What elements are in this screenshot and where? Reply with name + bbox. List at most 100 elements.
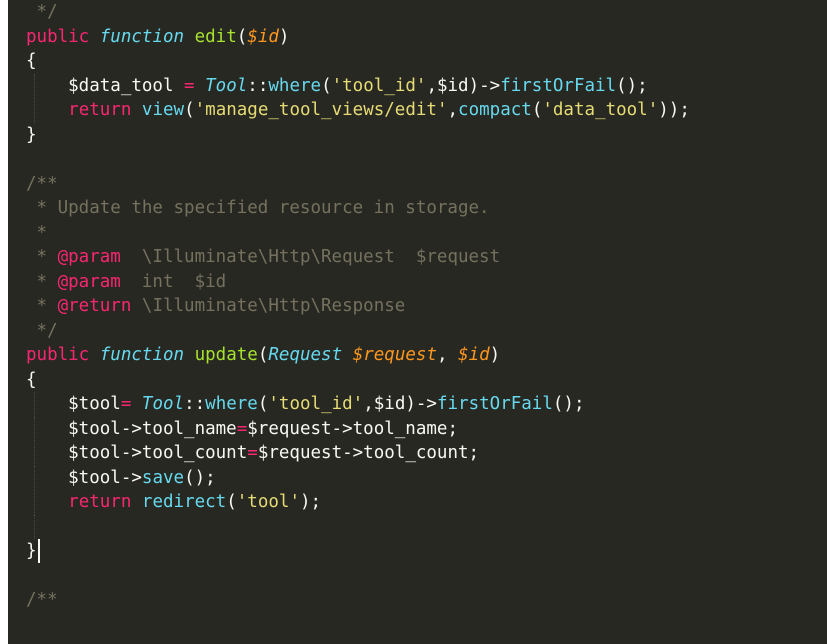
code-token: , bbox=[436, 345, 459, 365]
code-token: ); bbox=[299, 492, 322, 512]
code-line[interactable]: * @return \Illuminate\Http\Response bbox=[8, 294, 690, 319]
code-token: edit bbox=[194, 26, 237, 47]
indent-guide bbox=[34, 490, 36, 515]
indent-guide bbox=[34, 416, 36, 441]
code-line[interactable]: public function update(Request $request,… bbox=[8, 343, 690, 368]
code-token: $tool->tool_count bbox=[26, 443, 248, 463]
code-token: */ bbox=[26, 2, 58, 22]
code-token: Tool bbox=[141, 394, 185, 414]
code-token: * bbox=[26, 247, 58, 267]
code-token: @param bbox=[57, 271, 121, 292]
code-token: :: bbox=[184, 394, 206, 414]
code-token: = bbox=[236, 418, 248, 439]
code-line[interactable]: /** bbox=[8, 588, 690, 613]
code-token: \Illuminate\Http\Response bbox=[131, 296, 406, 316]
code-token: save bbox=[141, 467, 185, 488]
code-line[interactable] bbox=[8, 564, 690, 589]
code-token: $data_tool bbox=[26, 75, 185, 96]
code-token: return bbox=[68, 100, 132, 120]
code-token: $request->tool_name; bbox=[247, 418, 458, 439]
code-line[interactable]: return redirect('tool'); bbox=[8, 490, 690, 515]
code-token: ( bbox=[184, 100, 195, 120]
code-token: firstOrFail bbox=[436, 394, 553, 414]
code-line[interactable]: public function edit($id) bbox=[8, 25, 690, 50]
code-line[interactable]: */ bbox=[8, 0, 690, 25]
code-token: * Update the specified resource in stora… bbox=[26, 198, 490, 218]
code-line[interactable]: $data_tool = Tool::where('tool_id',$id)-… bbox=[8, 73, 690, 98]
code-token: firstOrFail bbox=[500, 75, 617, 96]
code-token: $id bbox=[458, 345, 490, 365]
code-token: @return bbox=[57, 296, 132, 316]
code-token: $request->tool_count; bbox=[257, 443, 480, 463]
code-token: ( bbox=[257, 345, 269, 365]
code-line[interactable]: $tool= Tool::where('tool_id',$id)->first… bbox=[8, 392, 690, 417]
code-token: $tool-> bbox=[26, 467, 142, 488]
code-line[interactable] bbox=[8, 514, 690, 539]
code-line[interactable] bbox=[8, 147, 690, 172]
code-token: $request bbox=[352, 345, 437, 365]
indent-guide bbox=[34, 73, 36, 98]
code-line[interactable]: } bbox=[8, 123, 690, 148]
code-line[interactable]: return view('manage_tool_views/edit',com… bbox=[8, 98, 690, 123]
code-line[interactable]: * bbox=[8, 221, 690, 246]
code-token: 'tool_id' bbox=[268, 394, 364, 414]
code-token: ,$id)-> bbox=[363, 394, 437, 414]
code-line[interactable]: */ bbox=[8, 319, 690, 344]
code-token: \Illuminate\Http\Request $request bbox=[120, 247, 501, 267]
code-token: $tool->tool_name bbox=[26, 418, 237, 439]
code-editor[interactable]: */public function edit($id){ $data_tool … bbox=[8, 0, 827, 644]
code-line[interactable]: { bbox=[8, 368, 690, 393]
indent-guide bbox=[34, 392, 36, 417]
code-token: 'tool_id' bbox=[331, 75, 427, 96]
code-token: */ bbox=[26, 320, 58, 341]
code-token: int $id bbox=[120, 271, 227, 292]
code-token: compact bbox=[458, 100, 532, 120]
code-token: Tool bbox=[205, 75, 248, 96]
code-token: ( bbox=[236, 26, 248, 47]
code-token: 'tool' bbox=[236, 492, 300, 512]
code-line[interactable]: /** bbox=[8, 172, 690, 197]
code-token: )); bbox=[658, 100, 690, 120]
code-lines[interactable]: */public function edit($id){ $data_tool … bbox=[8, 0, 690, 613]
code-token: @param bbox=[57, 247, 121, 267]
code-token: ( bbox=[257, 394, 269, 414]
code-token: * bbox=[26, 296, 58, 316]
code-token: ( bbox=[321, 75, 332, 96]
code-token: (); bbox=[184, 467, 216, 488]
code-line[interactable]: $tool->tool_name=$request->tool_name; bbox=[8, 416, 690, 441]
code-token: * bbox=[26, 271, 58, 292]
code-token: } bbox=[26, 124, 37, 145]
code-token: ,$id)-> bbox=[426, 75, 501, 96]
code-token: view bbox=[141, 100, 185, 120]
text-cursor bbox=[37, 539, 40, 563]
code-line[interactable]: $tool->tool_count=$request->tool_count; bbox=[8, 441, 690, 466]
code-line[interactable]: * @param int $id bbox=[8, 270, 690, 295]
indent-guide bbox=[34, 98, 36, 123]
code-token: /** bbox=[26, 173, 58, 194]
indent-guide bbox=[34, 441, 36, 466]
code-token: } bbox=[26, 541, 37, 561]
code-line[interactable]: { bbox=[8, 49, 690, 74]
code-token: function bbox=[99, 345, 185, 365]
code-line[interactable]: $tool->save(); bbox=[8, 465, 690, 490]
code-token: ) bbox=[278, 26, 290, 47]
code-token: { bbox=[26, 369, 37, 390]
code-token: , bbox=[447, 100, 459, 120]
code-token: /** bbox=[26, 590, 58, 610]
code-line[interactable]: * Update the specified resource in stora… bbox=[8, 196, 690, 221]
code-token: * bbox=[26, 222, 48, 243]
code-token: = bbox=[120, 394, 132, 414]
code-line[interactable]: * @param \Illuminate\Http\Request $reque… bbox=[8, 245, 690, 270]
code-token: = bbox=[247, 443, 258, 463]
code-line[interactable]: } bbox=[8, 539, 690, 564]
code-token: $tool bbox=[26, 394, 121, 414]
code-token: return bbox=[68, 492, 132, 512]
code-token: public bbox=[26, 345, 90, 365]
